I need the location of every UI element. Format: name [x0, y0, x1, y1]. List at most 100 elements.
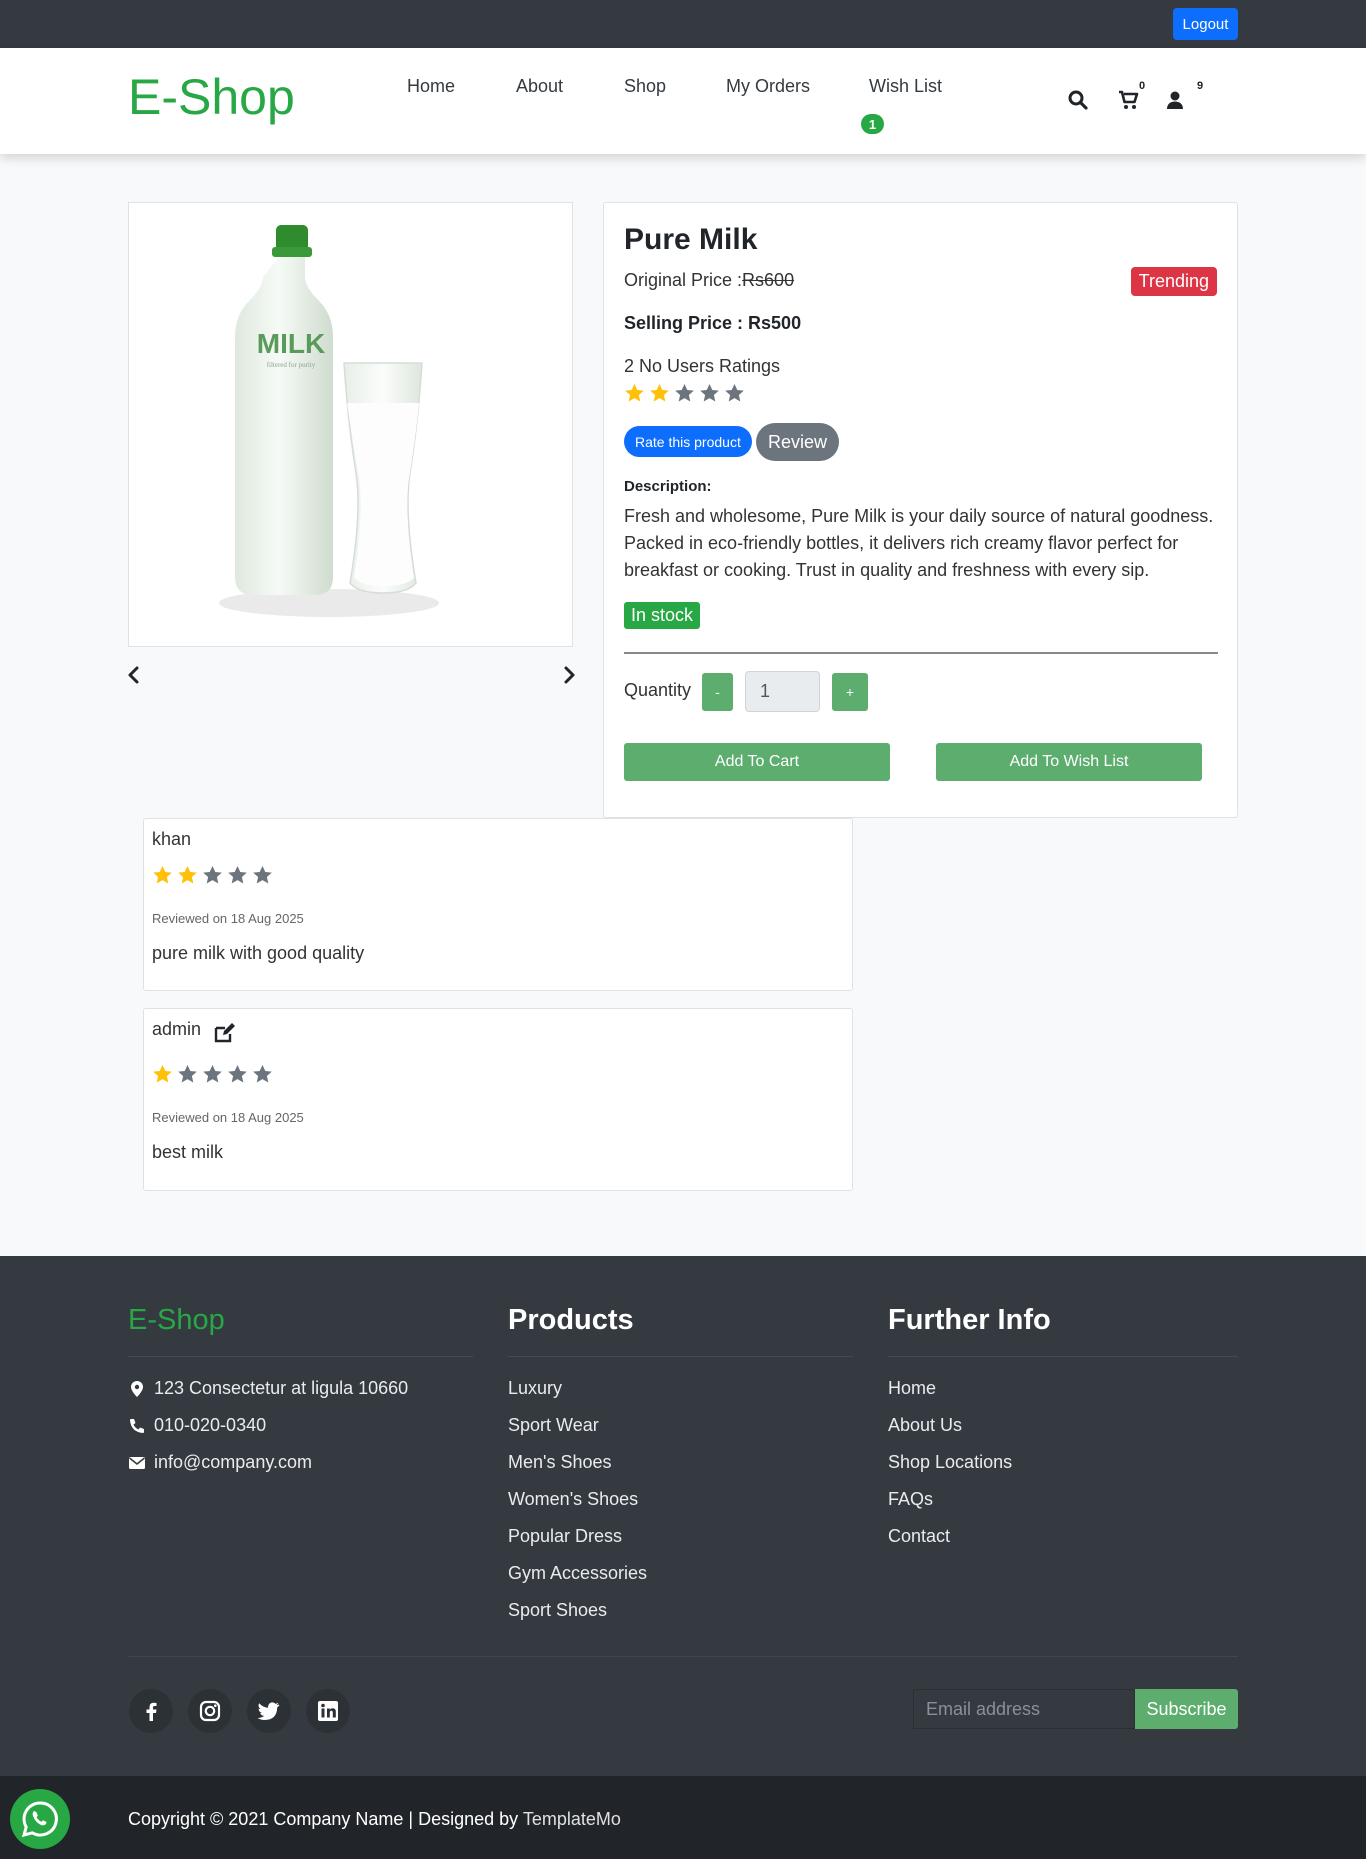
- copyright-text: Copyright © 2021 Company Name | Designed…: [128, 1809, 621, 1829]
- add-to-cart-button[interactable]: Add To Cart: [624, 743, 890, 781]
- star-filled-icon: [153, 866, 172, 884]
- star-filled-icon: [650, 384, 669, 402]
- facebook-icon: [146, 1702, 157, 1721]
- footer-link[interactable]: Sport Shoes: [508, 1592, 647, 1629]
- whatsapp-button[interactable]: [10, 1789, 70, 1849]
- instagram-button[interactable]: [188, 1689, 232, 1733]
- review-text: pure milk with good quality: [152, 943, 365, 963]
- wishlist-badge: 1: [861, 114, 884, 134]
- footer-link[interactable]: Luxury: [508, 1370, 647, 1407]
- designer-link[interactable]: TemplateMo: [523, 1809, 621, 1829]
- footer-products-heading: Products: [508, 1304, 634, 1336]
- edit-icon[interactable]: [214, 1023, 236, 1043]
- reviewer-name: khan: [152, 829, 192, 849]
- phone-icon: [130, 1418, 144, 1433]
- footer-link[interactable]: Shop Locations: [888, 1444, 1012, 1481]
- add-to-wishlist-button[interactable]: Add To Wish List: [936, 743, 1202, 781]
- star-empty-icon: [253, 1065, 272, 1083]
- description-label: Description:: [624, 478, 712, 495]
- whatsapp-icon: [21, 1801, 58, 1838]
- chevron-right-icon[interactable]: [559, 664, 579, 686]
- nav-about[interactable]: About: [516, 76, 563, 97]
- footer-info-list: Home About Us Shop Locations FAQs Contac…: [888, 1370, 1012, 1555]
- review-text: best milk: [152, 1142, 224, 1162]
- review-button[interactable]: Review: [756, 423, 840, 461]
- star-empty-icon: [203, 866, 222, 884]
- quantity-label: Quantity: [624, 680, 692, 700]
- image-label: MILK: [257, 328, 325, 359]
- quantity-decrement-button[interactable]: -: [702, 673, 733, 711]
- copyright-bar: Copyright © 2021 Company Name | Designed…: [0, 1776, 1366, 1859]
- star-empty-icon: [228, 866, 247, 884]
- divider: [624, 652, 1218, 654]
- twitter-button[interactable]: [247, 1689, 291, 1733]
- nav-home[interactable]: Home: [407, 76, 455, 97]
- chevron-left-icon[interactable]: [124, 664, 144, 686]
- original-price: Original Price :Rs600: [624, 270, 795, 290]
- subscribe-button[interactable]: Subscribe: [1135, 1689, 1238, 1729]
- trending-badge: Trending: [1130, 267, 1217, 296]
- rate-product-button[interactable]: Rate this product: [624, 426, 752, 457]
- footer-divider: [508, 1356, 853, 1357]
- logout-button[interactable]: Logout: [1173, 8, 1238, 40]
- facebook-button[interactable]: [129, 1689, 173, 1733]
- review-card: khan Reviewed on 18 Aug 2025 pure milk w…: [143, 818, 853, 991]
- product-info-card: Pure Milk Original Price :Rs600 Trending…: [603, 202, 1238, 818]
- description-text: Fresh and wholesome, Pure Milk is your d…: [624, 506, 1214, 580]
- star-filled-icon: [153, 1065, 172, 1083]
- review-rating-stars: [152, 1064, 273, 1084]
- selling-price: Selling Price : Rs500: [624, 313, 802, 333]
- original-price-value: Rs600: [742, 270, 795, 290]
- footer-link[interactable]: Home: [888, 1370, 1012, 1407]
- footer-contact-list: 123 Consectetur at ligula 10660 010-020-…: [128, 1370, 408, 1481]
- search-icon[interactable]: [1066, 88, 1090, 112]
- footer-link[interactable]: About Us: [888, 1407, 1012, 1444]
- user-icon[interactable]: [1163, 88, 1187, 112]
- review-rating-stars: [152, 865, 273, 885]
- footer-link[interactable]: FAQs: [888, 1481, 1012, 1518]
- site-header: E-Shop Home About Shop My Orders Wish Li…: [0, 48, 1366, 154]
- site-footer: E-Shop 123 Consectetur at ligula 10660 0…: [0, 1256, 1366, 1776]
- review-date: Reviewed on 18 Aug 2025: [152, 911, 304, 926]
- ratings-count: 2 No Users Ratings: [624, 356, 781, 376]
- product-rating-stars: [624, 383, 745, 403]
- instagram-icon: [199, 1700, 221, 1722]
- map-marker-icon: [131, 1380, 143, 1397]
- product-title: Pure Milk: [624, 223, 758, 256]
- footer-link[interactable]: Men's Shoes: [508, 1444, 647, 1481]
- product-image: MILK filtered for purity: [128, 202, 573, 647]
- twitter-icon: [257, 1702, 280, 1720]
- star-empty-icon: [725, 384, 744, 402]
- quantity-input[interactable]: 1: [745, 671, 820, 712]
- nav-wish-list[interactable]: Wish List: [869, 76, 942, 97]
- footer-brand[interactable]: E-Shop: [128, 1304, 225, 1337]
- cart-icon[interactable]: [1117, 88, 1141, 112]
- footer-info-heading: Further Info: [888, 1304, 1051, 1336]
- star-empty-icon: [203, 1065, 222, 1083]
- footer-separator: [128, 1656, 1238, 1657]
- footer-link[interactable]: Contact: [888, 1518, 1012, 1555]
- footer-link[interactable]: Women's Shoes: [508, 1481, 647, 1518]
- user-count: 9: [1197, 80, 1204, 92]
- newsletter-email-input[interactable]: Email address: [913, 1689, 1135, 1729]
- top-bar: Logout: [0, 0, 1366, 48]
- brand-logo[interactable]: E-Shop: [128, 68, 295, 126]
- quantity-increment-button[interactable]: +: [832, 673, 868, 711]
- nav-my-orders[interactable]: My Orders: [726, 76, 810, 97]
- cart-count: 0: [1139, 80, 1146, 92]
- star-empty-icon: [675, 384, 694, 402]
- footer-link[interactable]: Sport Wear: [508, 1407, 647, 1444]
- star-empty-icon: [700, 384, 719, 402]
- star-empty-icon: [228, 1065, 247, 1083]
- linkedin-button[interactable]: [306, 1689, 350, 1733]
- nav-shop[interactable]: Shop: [624, 76, 666, 97]
- footer-link[interactable]: Popular Dress: [508, 1518, 647, 1555]
- star-empty-icon: [178, 1065, 197, 1083]
- envelope-icon: [129, 1456, 145, 1469]
- footer-link[interactable]: Gym Accessories: [508, 1555, 647, 1592]
- footer-email[interactable]: info@company.com: [128, 1444, 408, 1481]
- linkedin-icon: [318, 1701, 338, 1721]
- footer-divider: [888, 1356, 1238, 1357]
- footer-phone[interactable]: 010-020-0340: [128, 1407, 408, 1444]
- footer-products-list: Luxury Sport Wear Men's Shoes Women's Sh…: [508, 1370, 647, 1629]
